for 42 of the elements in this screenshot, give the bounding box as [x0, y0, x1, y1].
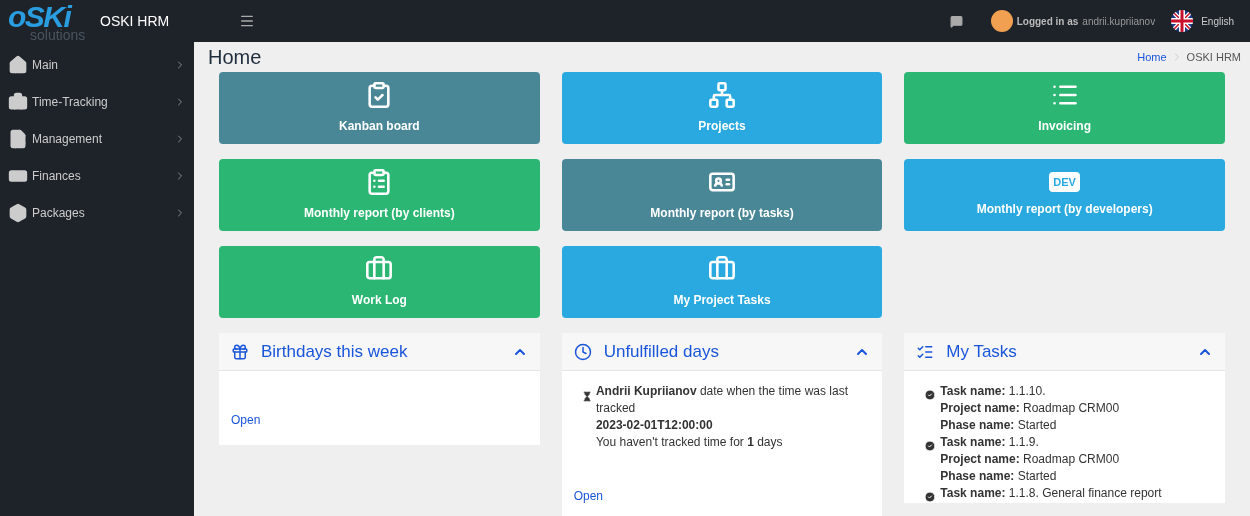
task-detail: Project name: Roadmap CRM00 — [940, 451, 1120, 468]
hourglass-icon — [581, 391, 592, 402]
open-link[interactable]: Open — [231, 411, 528, 429]
document-icon — [8, 128, 28, 149]
info-text: 2023-02-01T12:00:00 — [595, 417, 714, 434]
flag-icon[interactable] — [1171, 10, 1194, 32]
panel-title: Unfulfilled days — [603, 340, 719, 363]
clock-icon — [573, 342, 592, 361]
dashboard-tile[interactable]: Monthly report (by tasks) — [561, 159, 883, 231]
info-text: Andrii Kupriianov date when the time was last tracked — [595, 383, 849, 417]
dashboard-tile[interactable]: Kanban board — [219, 72, 540, 144]
check-circle-icon — [924, 389, 937, 401]
task-detail: Phase name: Started — [940, 417, 1058, 434]
gift-icon — [231, 342, 249, 361]
task-detail: Task name: 1.1.9. — [940, 434, 1040, 451]
task-detail: Task name: 1.1.10. — [940, 383, 1047, 400]
username[interactable]: andrii.kupriianov — [1082, 13, 1156, 29]
check-circle-icon — [924, 440, 937, 452]
info-text: You haven't tracked time for 1 days — [595, 434, 784, 451]
sidebar-item[interactable]: Time-Tracking — [0, 83, 194, 120]
task-detail: Task name: 1.1.8. General finance report — [940, 485, 1162, 502]
sidebar-item[interactable]: Main — [0, 46, 194, 83]
breadcrumb-link[interactable]: Home — [1137, 48, 1167, 66]
sidebar-item[interactable]: Management — [0, 120, 194, 157]
language-label[interactable]: English — [1201, 13, 1234, 29]
open-link[interactable]: Open — [573, 487, 603, 505]
sidebar-item[interactable]: Packages — [0, 194, 194, 231]
dev-icon: DEV — [1049, 172, 1080, 192]
house-icon — [8, 54, 28, 75]
panel-title: Birthdays this week — [261, 340, 408, 363]
chat-icon[interactable] — [949, 14, 963, 28]
user-avatar[interactable] — [990, 10, 1013, 32]
sidebar-item[interactable]: Finances — [0, 157, 194, 194]
panel-title: My Tasks — [946, 340, 1017, 363]
task-detail: Project name: Roadmap CRM00 — [940, 400, 1120, 417]
app-name: OSKI HRM — [100, 11, 170, 31]
breadcrumb-current: OSKI HRM — [1186, 49, 1241, 65]
diagram-icon — [708, 81, 736, 109]
task-detail: Phase name: Started — [940, 468, 1058, 485]
logged-in-label: Logged in as — [1016, 14, 1079, 29]
menu-icon[interactable] — [239, 13, 256, 29]
page-title: Home — [208, 45, 262, 70]
